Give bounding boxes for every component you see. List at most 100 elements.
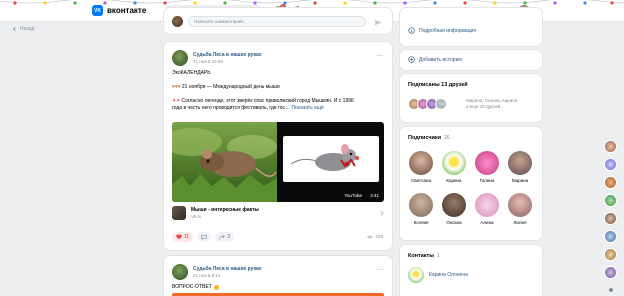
subscribed-title[interactable]: Подписаны 13 друзей: [408, 82, 468, 88]
chat-avatar[interactable]: [604, 140, 617, 153]
attachment-title: Мыши - интересные факты: [191, 207, 259, 213]
post-line-1: 21 ноября — Международный день мыши: [181, 84, 280, 90]
share-icon: [219, 234, 226, 240]
subscriber-item[interactable]: Ксения: [404, 193, 438, 225]
eye-icon: [367, 235, 374, 238]
info-link[interactable]: Подробная информация: [408, 27, 476, 34]
chat-avatar[interactable]: [604, 266, 617, 279]
chat-avatar[interactable]: [604, 176, 617, 189]
send-icon[interactable]: [374, 19, 382, 26]
post-title: ЭкоКАЛЕНДАРЬ: [172, 70, 211, 76]
chat-avatar[interactable]: [604, 230, 617, 243]
subscriber-photo: [508, 151, 532, 175]
chat-more-dot[interactable]: [609, 288, 613, 292]
subscriber-name: Оксана: [446, 220, 462, 225]
post-menu-icon[interactable]: ⋯: [376, 52, 383, 60]
post-line-2: Согласно легенде, этот зверёк спас приво…: [181, 98, 354, 104]
vk-logo-icon: VK: [92, 5, 103, 16]
comment-button[interactable]: [197, 232, 212, 242]
post-menu-icon[interactable]: ⋯: [376, 266, 383, 274]
subscriber-name: Марина: [511, 178, 529, 183]
chat-avatar[interactable]: [604, 248, 617, 261]
video-frame: [283, 136, 379, 182]
contacts-card: Контакты 1 Карина Олонена: [400, 245, 542, 296]
vk-logo-text: вконтакте: [107, 6, 147, 15]
add-story-label: Добавить историю: [419, 56, 463, 63]
post-author[interactable]: Судьба Леса в наших руках: [193, 266, 262, 272]
comment-icon: [201, 234, 207, 240]
attachment-subtitle: Vk.ru: [191, 214, 202, 219]
contact-item[interactable]: Карина Олонена: [408, 267, 468, 283]
subscriber-photo: [508, 193, 532, 217]
subscriber-item[interactable]: Алина: [470, 193, 504, 225]
subscriber-name: Светлана: [410, 178, 432, 183]
back-link[interactable]: Назад: [12, 26, 34, 32]
contacts-title[interactable]: Контакты: [408, 253, 434, 259]
subscriber-photo: [475, 193, 499, 217]
chevron-left-icon: [13, 27, 16, 31]
attachment-row[interactable]: Мыши - интересные факты Vk.ru: [172, 206, 384, 220]
add-story-card[interactable]: Добавить историю: [400, 50, 542, 70]
group-info-card: Подробная информация: [400, 8, 542, 46]
subscriber-name: Ксения: [413, 220, 429, 225]
subscribed-friends-card: Подписаны 13 друзей +10 Марина, Галина, …: [400, 74, 542, 122]
mouse-photo-illustration: [172, 128, 277, 202]
comment-input[interactable]: Написать комментарий...: [188, 16, 366, 27]
repost-button[interactable]: 3: [215, 232, 234, 242]
subscribed-names-more: и ещё 10 друзей: [466, 104, 501, 109]
post-title: ВОПРОС-ОТВЕТ: [172, 284, 212, 290]
like-button[interactable]: 11: [172, 232, 194, 242]
chat-avatar[interactable]: [604, 194, 617, 207]
contact-name: Карина Олонена: [429, 272, 468, 278]
heart-emoji-icon: ♥♥♥: [172, 84, 181, 90]
contact-avatar: [408, 267, 424, 283]
more-friends-badge: +10: [435, 98, 447, 110]
show-more-link[interactable]: Показать ещё: [291, 105, 323, 111]
subscriber-name: Галина: [479, 178, 495, 183]
subscriber-item[interactable]: Карина: [437, 151, 471, 183]
heart-icon: [176, 234, 182, 240]
subscriber-item[interactable]: Марина: [503, 151, 537, 183]
chevron-right-icon: [380, 210, 384, 216]
subscribed-avatars[interactable]: +10: [408, 98, 464, 111]
subscriber-photo: [442, 151, 466, 175]
video-source: YouTube: [344, 193, 362, 198]
plus-circle-icon: [408, 56, 415, 63]
subscribers-title[interactable]: Подписчики: [408, 135, 441, 141]
subscriber-item[interactable]: Лилия: [503, 193, 537, 225]
post-line-3: года в честь него проводится фестиваль, …: [172, 105, 291, 111]
back-link-label: Назад: [20, 26, 35, 32]
post-author[interactable]: Судьба Леса в наших руках: [193, 52, 262, 58]
video-duration: 3:41: [370, 193, 379, 198]
post-date[interactable]: 21 ноя в 15:55: [193, 59, 262, 64]
chat-avatar[interactable]: [604, 212, 617, 225]
subscriber-photo: [475, 151, 499, 175]
post-date[interactable]: 21 ноя в 9:14: [193, 273, 262, 278]
video-thumbnail[interactable]: YouTube 3:41: [277, 122, 384, 202]
sparkle-emoji-icon: ✦✦: [172, 98, 181, 104]
info-icon: [408, 27, 415, 34]
comment-bar-card: Написать комментарий...: [164, 8, 392, 34]
like-count: 11: [184, 234, 190, 240]
group-avatar[interactable]: [172, 50, 188, 66]
chat-avatar[interactable]: [604, 158, 617, 171]
subscriber-item[interactable]: Светлана: [404, 151, 438, 183]
subscriber-photo: [442, 193, 466, 217]
subscriber-name: Карина: [446, 178, 462, 183]
subscriber-name: Лилия: [513, 220, 527, 225]
cartoon-mouse-illustration: [290, 144, 359, 171]
subscriber-photo: [409, 151, 433, 175]
post-photo-mouse[interactable]: [172, 122, 277, 202]
post-card: Судьба Леса в наших руках 21 ноя в 9:14 …: [164, 256, 392, 296]
group-avatar[interactable]: [172, 264, 188, 280]
attachment-thumb: [172, 206, 186, 220]
vk-logo[interactable]: VK вконтакте: [92, 5, 146, 16]
thinking-emoji-icon: [213, 285, 219, 290]
repost-count: 3: [227, 234, 230, 240]
commenter-avatar: [172, 16, 183, 27]
contacts-count: 1: [436, 253, 440, 259]
subscriber-item[interactable]: Галина: [470, 151, 504, 183]
subscriber-item[interactable]: Оксана: [437, 193, 471, 225]
subscribers-card: Подписчики 26 Светлана Карина Галина Мар…: [400, 127, 542, 240]
info-link-label: Подробная информация: [419, 27, 477, 34]
